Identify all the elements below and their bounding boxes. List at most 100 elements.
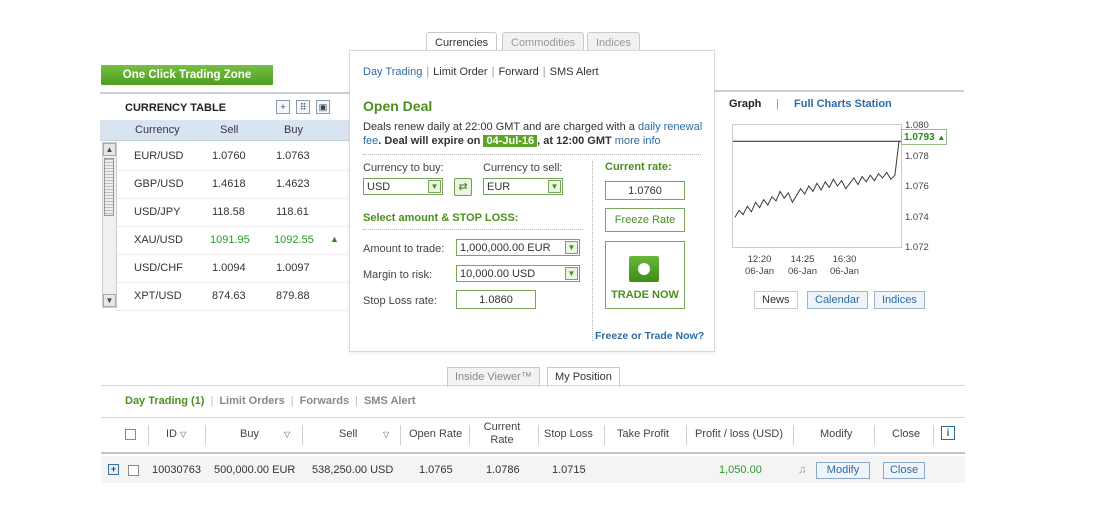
x-tick-label: 12:20 06-Jan: [745, 254, 775, 277]
freeze-or-trade-link[interactable]: Freeze or Trade Now?: [595, 330, 704, 342]
margin-to-risk-label: Margin to risk:: [363, 269, 433, 281]
amount-to-trade-label: Amount to trade:: [363, 243, 445, 255]
nav-forward[interactable]: Forward: [498, 66, 538, 78]
nav-sms-alert-positions[interactable]: SMS Alert: [364, 395, 416, 407]
header-buy[interactable]: Buy: [240, 428, 259, 440]
amount-to-trade-select[interactable]: 1,000,000.00 EUR ▼: [456, 239, 580, 256]
currency-table-title: CURRENCY TABLE: [125, 102, 227, 114]
position-buy: 500,000.00 EUR: [214, 464, 296, 476]
bottom-divider: [101, 385, 965, 386]
header-stop-loss: Stop Loss: [544, 428, 593, 440]
x-tick-label: 16:30 06-Jan: [830, 254, 860, 277]
scroll-up-icon[interactable]: ▲: [103, 143, 116, 156]
currency-to-sell-label: Currency to sell:: [483, 162, 563, 174]
stop-loss-rate-input[interactable]: 1.0860: [456, 290, 536, 309]
chevron-down-icon[interactable]: ▽: [284, 428, 290, 440]
open-deal-title: Open Deal: [363, 98, 433, 114]
grid-view-icon[interactable]: ⠿: [296, 100, 310, 114]
full-charts-station-link[interactable]: Full Charts Station: [794, 98, 892, 110]
header-current-rate: Current Rate: [483, 421, 521, 446]
chevron-down-icon: ▼: [428, 180, 441, 193]
header-sell[interactable]: Sell: [339, 428, 357, 440]
up-arrow-icon: ▲: [330, 234, 339, 244]
header-close: Close: [892, 428, 921, 440]
nav-limit-orders[interactable]: Limit Orders: [219, 395, 284, 407]
position-open-rate: 1.0765: [419, 464, 453, 476]
position-profit-loss: 1,050.00: [719, 464, 762, 476]
divider: [363, 229, 583, 230]
positions-table-header: ID ▽ Buy ▽ Sell ▽ Open Rate Current Rate…: [101, 417, 965, 454]
trade-now-button[interactable]: TRADE NOW: [605, 241, 685, 309]
close-position-button[interactable]: Close: [883, 462, 925, 479]
currency-row[interactable]: XAU/USD 1091.95 1092.55 ▲: [116, 226, 350, 255]
open-deal-panel: Day Trading | Limit Order | Forward | SMS Aler…: [349, 50, 715, 352]
graph-tab[interactable]: Graph: [729, 98, 761, 110]
current-rate-value: 1.0760: [605, 181, 685, 200]
currency-row[interactable]: GBP/USD 1.4618 1.4623: [116, 170, 350, 199]
position-stop-loss: 1.0715: [552, 464, 586, 476]
select-all-checkbox[interactable]: [125, 429, 136, 440]
trade-now-label: TRADE NOW: [611, 289, 679, 301]
add-icon[interactable]: +: [276, 100, 290, 114]
currency-to-sell-select[interactable]: EUR ▼: [483, 178, 563, 195]
deal-type-nav: Day Trading | Limit Order | Forward | SMS Aler…: [363, 66, 599, 78]
header-open-rate: Open Rate: [409, 428, 463, 440]
scroll-down-icon[interactable]: ▼: [103, 294, 116, 307]
header-take-profit: Take Profit: [617, 428, 669, 440]
header-profit-loss: Profit / loss (USD): [695, 428, 784, 440]
window-icon[interactable]: ▣: [316, 100, 330, 114]
header-buy: Buy: [284, 124, 303, 136]
tab-my-position[interactable]: My Position: [547, 367, 620, 387]
header-sell: Sell: [220, 124, 239, 136]
more-info-link[interactable]: more info: [615, 135, 661, 147]
price-chart: [732, 124, 902, 248]
position-sell: 538,250.00 USD: [312, 464, 394, 476]
chevron-down-icon: ▼: [565, 267, 578, 280]
positions-nav: Day Trading (1) | Limit Orders | Forwards | SM…: [125, 395, 416, 407]
price-chart-svg: [733, 140, 901, 218]
currency-row[interactable]: USD/CHF 1.0094 1.0097: [116, 254, 350, 283]
freeze-rate-button[interactable]: Freeze Rate: [605, 208, 685, 232]
currency-to-buy-select[interactable]: USD ▼: [363, 178, 443, 195]
tab-calendar[interactable]: Calendar: [807, 291, 868, 309]
currency-row[interactable]: USD/JPY 118.58 118.61: [116, 198, 350, 227]
margin-to-risk-select[interactable]: 10,000.00 USD ▼: [456, 265, 580, 282]
chart-panel: Graph | Full Charts Station 1.0793 ▲ 1.0…: [714, 90, 964, 310]
header-modify: Modify: [820, 428, 853, 440]
nav-day-trading[interactable]: Day Trading: [363, 66, 422, 78]
expire-date: 04-Jul-16: [483, 135, 538, 147]
tab-inside-viewer[interactable]: Inside Viewer™: [447, 367, 540, 387]
row-checkbox[interactable]: [128, 465, 139, 476]
one-click-trading-zone-button[interactable]: One Click Trading Zone: [101, 65, 273, 85]
tab-news[interactable]: News: [754, 291, 798, 309]
y-tick-label: 1.072: [905, 242, 929, 253]
position-row[interactable]: + 10030763 500,000.00 EUR 538,250.00 USD…: [101, 456, 965, 483]
price-series-line: [734, 141, 900, 218]
swap-currencies-icon[interactable]: ⇄: [454, 178, 472, 196]
chevron-down-icon[interactable]: ▽: [383, 428, 389, 440]
nav-sms-alert[interactable]: SMS Alert: [550, 66, 599, 78]
chevron-down-icon: ▽: [180, 430, 187, 439]
position-current-rate: 1.0786: [486, 464, 520, 476]
header-id[interactable]: ID ▽: [166, 428, 186, 440]
currency-table-scrollbar[interactable]: ▲ ▼: [102, 142, 117, 308]
stop-loss-rate-label: Stop Loss rate:: [363, 295, 437, 307]
nav-day-trading-positions[interactable]: Day Trading (1): [125, 395, 204, 407]
currency-row[interactable]: XPT/USD 874.63 879.88: [116, 282, 350, 311]
y-tick-label: 1.078: [905, 151, 929, 162]
nav-limit-order[interactable]: Limit Order: [433, 66, 487, 78]
tab-indices-news[interactable]: Indices: [874, 291, 925, 309]
amount-section-title: Select amount & STOP LOSS:: [363, 212, 519, 224]
current-rate-label: Current rate:: [605, 161, 672, 173]
info-icon[interactable]: i: [941, 426, 955, 440]
expand-row-icon[interactable]: +: [108, 464, 119, 475]
currency-table-panel: CURRENCY TABLE + ⠿ ▣ Currency Sell Buy ▲…: [100, 92, 350, 311]
divider: [363, 154, 701, 155]
nav-forwards[interactable]: Forwards: [300, 395, 350, 407]
currency-to-buy-label: Currency to buy:: [363, 162, 444, 174]
modify-button[interactable]: Modify: [816, 462, 870, 479]
scroll-thumb[interactable]: [104, 158, 114, 216]
currency-row[interactable]: EUR/USD 1.0760 1.0763: [116, 142, 350, 171]
up-arrow-icon: ▲: [937, 133, 946, 142]
bell-icon[interactable]: ♫: [798, 464, 806, 476]
